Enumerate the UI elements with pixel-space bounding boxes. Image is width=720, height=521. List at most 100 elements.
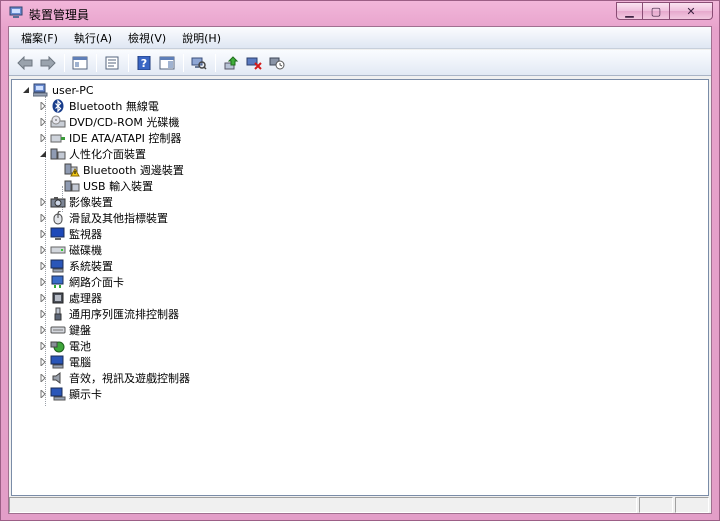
hid-device-icon xyxy=(64,178,80,194)
uninstall-button[interactable] xyxy=(243,53,265,73)
tree-node-bluetooth[interactable]: Bluetooth 無線電 xyxy=(38,98,159,114)
tree-node-network-adapters[interactable]: 網路介面卡 xyxy=(38,274,124,290)
device-manager-app-icon xyxy=(9,6,23,19)
show-hide-tree-button[interactable] xyxy=(69,53,91,73)
category-label: 系統裝置 xyxy=(69,260,113,273)
tree-node-system-devices[interactable]: 系統裝置 xyxy=(38,258,113,274)
tree-node-ide[interactable]: IDE ATA/ATAPI 控制器 xyxy=(38,130,181,146)
properties-button[interactable] xyxy=(101,53,123,73)
tree-node-sound[interactable]: 音效，視訊及遊戲控制器 xyxy=(38,370,190,386)
expand-arrow-icon[interactable] xyxy=(38,134,47,143)
update-driver-button[interactable] xyxy=(220,53,242,73)
expand-arrow-icon[interactable] xyxy=(38,310,47,319)
close-button[interactable]: ✕ xyxy=(669,2,713,20)
category-label: 處理器 xyxy=(69,292,102,305)
category-label: IDE ATA/ATAPI 控制器 xyxy=(69,132,182,145)
device-tree[interactable]: user-PC Bluetooth 無線電 DVD/CD-ROM 光碟機 IDE… xyxy=(11,79,709,496)
category-label: 磁碟機 xyxy=(69,244,102,257)
category-label: 電池 xyxy=(69,340,91,353)
tree-node-keyboards[interactable]: 鍵盤 xyxy=(38,322,91,338)
menu-file[interactable]: 檔案(F) xyxy=(13,27,66,49)
tree-node-root[interactable]: user-PC xyxy=(21,82,94,98)
hid-icon xyxy=(50,146,66,162)
tree-node-bluetooth-peripheral[interactable]: Bluetooth 週邊裝置 xyxy=(64,162,184,178)
display-adapter-icon xyxy=(50,386,66,402)
window-title: 裝置管理員 xyxy=(29,8,90,22)
expand-arrow-icon[interactable] xyxy=(38,390,47,399)
properties-icon xyxy=(105,56,119,69)
tree-node-usb-input[interactable]: USB 輸入裝置 xyxy=(64,178,153,194)
expand-arrow-icon[interactable] xyxy=(38,246,47,255)
tree-node-display-adapters[interactable]: 顯示卡 xyxy=(38,386,102,402)
category-label: 鍵盤 xyxy=(69,324,91,337)
expand-arrow-icon[interactable] xyxy=(38,342,47,351)
uninstall-icon xyxy=(246,57,262,70)
expand-arrow-icon[interactable] xyxy=(38,358,47,367)
forward-icon xyxy=(40,55,56,70)
menu-action[interactable]: 執行(A) xyxy=(66,27,120,49)
disable-icon xyxy=(269,57,285,69)
category-label: 電腦 xyxy=(69,356,91,369)
toolbar-separator xyxy=(215,53,216,72)
expand-arrow-icon[interactable] xyxy=(38,230,47,239)
toolbar: ? xyxy=(9,50,711,76)
processor-icon xyxy=(50,290,66,306)
computer-icon xyxy=(50,354,66,370)
minimize-icon: ▁ xyxy=(625,4,634,18)
tree-node-computer[interactable]: 電腦 xyxy=(38,354,91,370)
mouse-icon xyxy=(50,210,66,226)
tree-node-processors[interactable]: 處理器 xyxy=(38,290,102,306)
status-bar xyxy=(9,497,711,513)
forward-button[interactable] xyxy=(37,53,59,73)
optical-drive-icon xyxy=(50,114,66,130)
expand-arrow-icon[interactable] xyxy=(38,214,47,223)
back-button[interactable] xyxy=(14,53,36,73)
collapse-arrow-icon[interactable] xyxy=(21,86,30,95)
client-area: 檔案(F) 執行(A) 檢視(V) 說明(H) ? user-PC Blueto… xyxy=(8,26,712,514)
category-label: 滑鼠及其他指標裝置 xyxy=(69,212,168,225)
window-controls: ▁ ▢ ✕ xyxy=(616,2,713,20)
scan-hardware-button[interactable] xyxy=(188,53,210,73)
tree-node-disk-drives[interactable]: 磁碟機 xyxy=(38,242,102,258)
category-label: 通用序列匯流排控制器 xyxy=(69,308,179,321)
status-cell-main xyxy=(9,497,637,513)
expand-arrow-icon[interactable] xyxy=(38,118,47,127)
toolbar-separator xyxy=(96,53,97,72)
expand-arrow-icon[interactable] xyxy=(38,262,47,271)
menu-view[interactable]: 檢視(V) xyxy=(120,27,174,49)
status-cell-secondary xyxy=(639,497,673,513)
toolbar-separator xyxy=(183,53,184,72)
root-label: user-PC xyxy=(52,83,94,97)
toolbar-separator xyxy=(64,53,65,72)
warning-device-icon xyxy=(64,162,80,178)
expand-arrow-icon[interactable] xyxy=(38,326,47,335)
category-label: Bluetooth 無線電 xyxy=(69,100,159,113)
help-button[interactable]: ? xyxy=(133,53,155,73)
expand-arrow-icon[interactable] xyxy=(38,374,47,383)
disable-button[interactable] xyxy=(266,53,288,73)
close-icon: ✕ xyxy=(686,4,696,18)
expand-arrow-icon[interactable] xyxy=(38,198,47,207)
tree-node-imaging[interactable]: 影像裝置 xyxy=(38,194,113,210)
expand-arrow-icon[interactable] xyxy=(38,102,47,111)
menu-help[interactable]: 說明(H) xyxy=(174,27,229,49)
keyboard-icon xyxy=(50,322,66,338)
tree-node-dvd-cdrom[interactable]: DVD/CD-ROM 光碟機 xyxy=(38,114,179,130)
maximize-button[interactable]: ▢ xyxy=(642,2,670,20)
tree-node-hid[interactable]: 人性化介面裝置 xyxy=(38,146,146,162)
computer-icon xyxy=(33,82,49,98)
minimize-button[interactable]: ▁ xyxy=(616,2,643,20)
title-bar[interactable]: 裝置管理員 ▁ ▢ ✕ xyxy=(1,1,719,25)
expand-arrow-icon[interactable] xyxy=(38,294,47,303)
collapse-arrow-icon[interactable] xyxy=(38,150,47,159)
category-label: 音效，視訊及遊戲控制器 xyxy=(69,372,190,385)
category-label: 監視器 xyxy=(69,228,102,241)
help-icon: ? xyxy=(137,55,151,70)
tree-node-mouse[interactable]: 滑鼠及其他指標裝置 xyxy=(38,210,168,226)
tree-node-usb-controllers[interactable]: 通用序列匯流排控制器 xyxy=(38,306,179,322)
tree-node-monitors[interactable]: 監視器 xyxy=(38,226,102,242)
action-pane-button[interactable] xyxy=(156,53,178,73)
tree-node-batteries[interactable]: 電池 xyxy=(38,338,91,354)
back-icon xyxy=(17,55,33,70)
expand-arrow-icon[interactable] xyxy=(38,278,47,287)
